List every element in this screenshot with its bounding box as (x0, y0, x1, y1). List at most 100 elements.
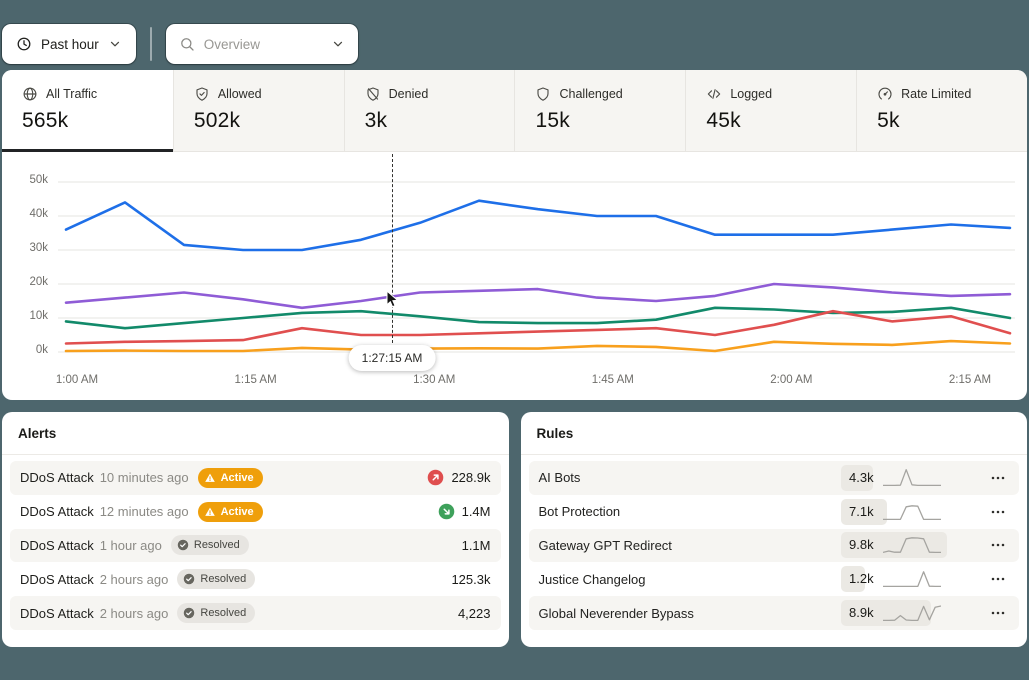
rule-name: Gateway GPT Redirect (539, 538, 842, 553)
alerts-title: Alerts (2, 412, 509, 455)
rule-metric: 9.8k (841, 532, 973, 558)
alert-name: DDoS Attack (20, 606, 94, 621)
y-tick-label: 10k (2, 310, 48, 322)
tab-value: 15k (535, 109, 685, 133)
tab-label: Denied (389, 87, 429, 101)
rule-sparkline (883, 501, 941, 523)
code-icon (706, 86, 722, 102)
dots-icon (990, 537, 1006, 553)
tab-label: Challenged (559, 87, 622, 101)
tab-header: Denied (365, 86, 515, 102)
dashboard: Past hour Overview All Traffic565kAllowe… (2, 0, 1027, 647)
rules-title: Rules (521, 412, 1028, 455)
alert-row[interactable]: DDoS Attack2 hours agoResolved4,223 (10, 596, 501, 630)
tab-header: All Traffic (22, 86, 173, 102)
rule-row-global-neverender-bypass[interactable]: Global Neverender Bypass8.9k (529, 596, 1020, 630)
status-badge-label: Active (221, 472, 254, 484)
tab-denied[interactable]: Denied3k (344, 70, 515, 151)
tab-rate-limited[interactable]: Rate Limited 5k (856, 70, 1027, 151)
dots-icon (990, 470, 1006, 486)
rule-sparkline (883, 534, 941, 556)
view-selector[interactable]: Overview (166, 24, 358, 64)
rule-value: 1.2k (849, 566, 874, 592)
alert-value: 125.3k (451, 572, 490, 587)
rule-sparkline (883, 467, 941, 489)
chevron-down-icon (108, 37, 122, 51)
rule-menu-button[interactable] (987, 605, 1009, 621)
time-range-selector[interactable]: Past hour (2, 24, 136, 64)
rule-row-gateway-gpt-redirect[interactable]: Gateway GPT Redirect 9.8k (529, 529, 1020, 563)
rule-menu-button[interactable] (987, 504, 1009, 520)
alerts-card: Alerts DDoS Attack 10 minutes ago Active 22… (2, 412, 509, 647)
tab-all-traffic[interactable]: All Traffic 565k (2, 70, 173, 151)
tab-logged[interactable]: Logged 45k (685, 70, 856, 151)
status-badge-label: Resolved (194, 539, 240, 551)
rule-row-bot-protection[interactable]: Bot Protection7.1k (529, 495, 1020, 529)
time-range-label: Past hour (41, 37, 99, 52)
rules-list: AI Bots4.3kBot Protection7.1kGateway GPT… (521, 455, 1028, 638)
warning-icon (204, 472, 216, 484)
tab-label: Rate Limited (901, 87, 971, 101)
alert-name: DDoS Attack (20, 538, 94, 553)
traffic-chart[interactable]: 0k10k20k30k40k50k 1:00 AM1:15 AM1:30 AM1… (2, 152, 1027, 400)
chevron-down-icon (331, 37, 345, 51)
alert-time: 1 hour ago (100, 538, 162, 553)
rule-name: Justice Changelog (539, 572, 842, 587)
alert-row[interactable]: DDoS Attack12 minutes agoActive1.4M (10, 495, 501, 529)
rule-row-justice-changelog[interactable]: Justice Changelog 1.2k (529, 562, 1020, 596)
check-circle-icon (183, 607, 195, 619)
tab-label: All Traffic (46, 87, 97, 101)
rule-value: 9.8k (849, 532, 874, 558)
x-tick-label: 2:15 AM (949, 374, 991, 386)
shield-icon (535, 86, 551, 102)
alert-row[interactable]: DDoS Attack10 minutes agoActive228.9k (10, 461, 501, 495)
alerts-list: DDoS Attack 10 minutes ago Active 228.9k DDo… (2, 455, 509, 638)
status-badge: Active (198, 502, 263, 522)
tab-header: Logged (706, 86, 856, 102)
traffic-panel: All Traffic565kAllowed502kDenied3kChalle… (2, 70, 1027, 400)
rule-menu-button[interactable] (987, 571, 1009, 587)
rule-row-ai-bots[interactable]: AI Bots4.3k (529, 461, 1020, 495)
rule-metric: 8.9k (841, 600, 973, 626)
alert-metric: 228.9k (427, 469, 490, 486)
y-tick-label: 40k (2, 208, 48, 220)
tab-challenged[interactable]: Challenged 15k (514, 70, 685, 151)
line-chart (2, 152, 1027, 400)
globe-icon (22, 86, 38, 102)
tab-allowed[interactable]: Allowed502k (173, 70, 344, 151)
bottom-section: Alerts DDoS Attack 10 minutes ago Active 22… (2, 412, 1027, 647)
alert-metric: 1.4M (438, 503, 491, 520)
x-tick-label: 1:15 AM (234, 374, 276, 386)
rule-value: 4.3k (849, 465, 874, 491)
check-circle-icon (183, 573, 195, 585)
rule-menu-button[interactable] (987, 537, 1009, 553)
y-tick-label: 50k (2, 174, 48, 186)
alert-value: 1.1M (462, 538, 491, 553)
rule-value: 8.9k (849, 600, 874, 626)
tab-value: 5k (877, 109, 1027, 133)
rule-metric: 7.1k (841, 499, 973, 525)
alert-row[interactable]: DDoS Attack2 hours agoResolved125.3k (10, 562, 501, 596)
alert-time: 10 minutes ago (100, 470, 189, 485)
tab-value: 45k (706, 109, 856, 133)
time-tooltip: 1:27:15 AM (349, 345, 436, 371)
alert-value: 4,223 (458, 606, 491, 621)
rule-name: Bot Protection (539, 504, 842, 519)
status-badge: Resolved (171, 535, 249, 555)
search-icon (179, 36, 195, 52)
y-tick-label: 30k (2, 242, 48, 254)
toolbar: Past hour Overview (2, 24, 1027, 64)
alert-row[interactable]: DDoS Attack 1 hour ago Resolved 1.1M (10, 529, 501, 563)
trend-up-icon (427, 469, 444, 486)
clock-icon (16, 36, 32, 52)
rule-sparkline (883, 602, 941, 624)
status-badge-label: Active (221, 506, 254, 518)
rule-metric: 1.2k (841, 566, 973, 592)
tab-header: Allowed (194, 86, 344, 102)
rule-sparkline (883, 568, 941, 590)
rule-menu-button[interactable] (987, 470, 1009, 486)
alert-metric: 1.1M (462, 538, 491, 553)
rule-metric: 4.3k (841, 465, 973, 491)
dots-icon (990, 571, 1006, 587)
tab-value: 565k (22, 109, 173, 133)
